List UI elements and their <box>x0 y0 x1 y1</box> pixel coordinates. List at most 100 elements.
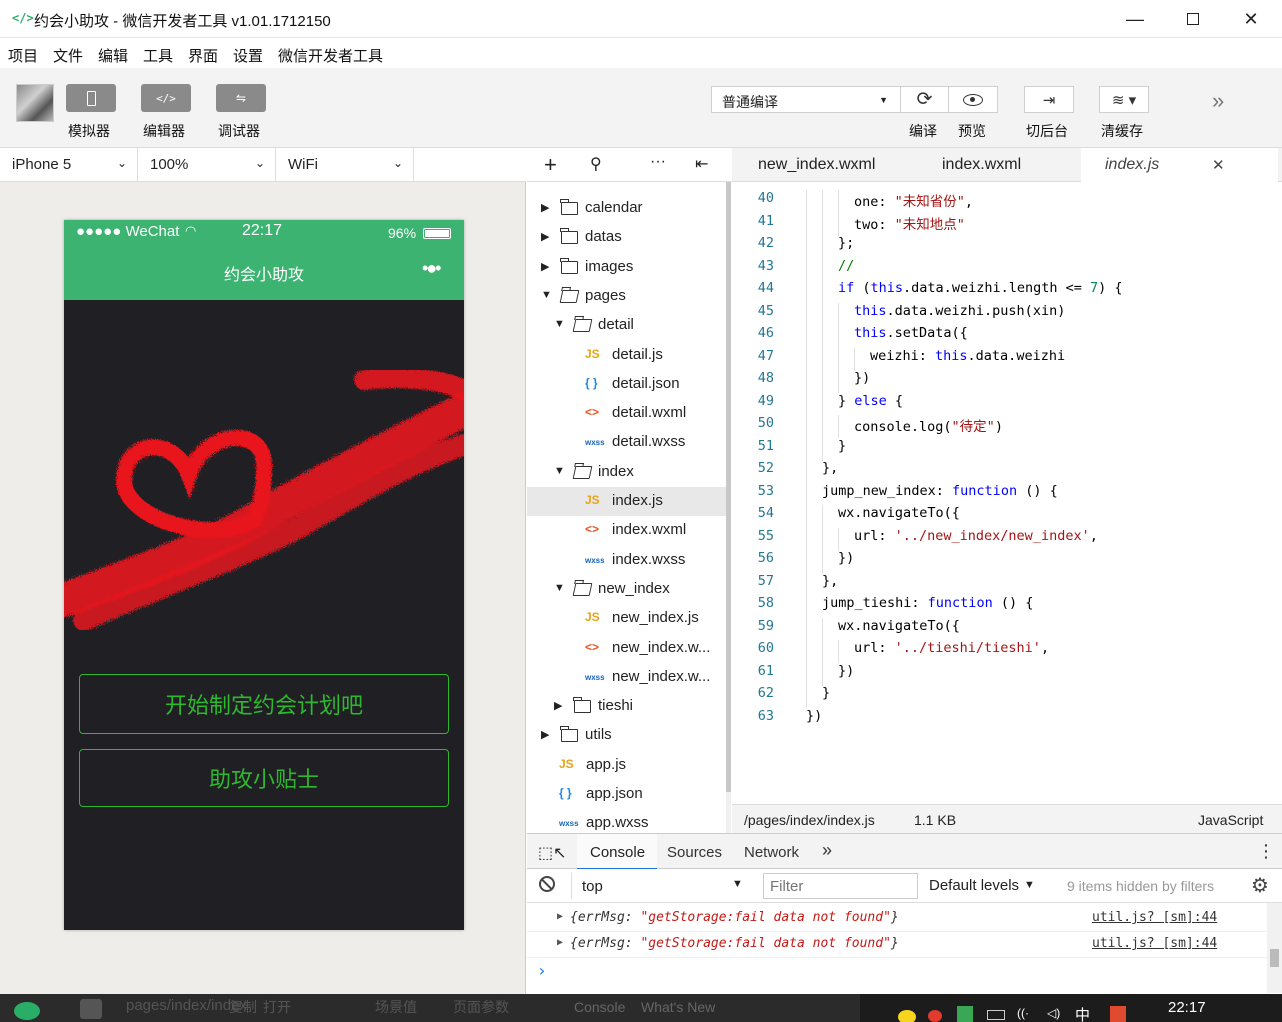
menu-view[interactable]: 界面 <box>188 45 218 66</box>
code-line[interactable]: 63}) <box>732 708 1282 730</box>
tray-sogou-icon[interactable] <box>1110 1006 1126 1022</box>
code-line[interactable]: 40 one: "未知省份", <box>732 190 1282 213</box>
debugger-toggle-button[interactable]: ⇋ <box>216 84 266 112</box>
background-button[interactable]: ⇥ <box>1024 86 1074 113</box>
chevron-right-icon[interactable]: ▶ <box>541 728 549 741</box>
scene-value-button[interactable]: 场景值 <box>375 997 417 1017</box>
log-levels-select[interactable]: Default levels <box>929 877 1019 894</box>
avatar[interactable] <box>16 84 54 122</box>
chevron-right-icon[interactable]: ▶ <box>554 699 562 712</box>
tree-file[interactable]: <> index.wxml <box>527 516 727 545</box>
console-source-link[interactable]: util.js? [sm]:44 <box>1092 936 1217 951</box>
tree-folder[interactable]: ▶ calendar <box>527 194 727 223</box>
console-source-link[interactable]: util.js? [sm]:44 <box>1092 910 1217 925</box>
code-line[interactable]: 48}) <box>732 370 1282 393</box>
chevron-right-icon[interactable]: ▶ <box>541 201 549 214</box>
tray-app-icon[interactable] <box>898 1010 916 1022</box>
compile-mode-select[interactable]: 普通编译 ▼ <box>711 86 901 113</box>
editor-toggle-button[interactable]: </> <box>141 84 191 112</box>
kebab-menu-icon[interactable]: ⋮ <box>1257 841 1275 862</box>
chevron-down-icon[interactable]: ▼ <box>541 289 552 301</box>
tree-file[interactable]: <> new_index.w... <box>527 634 727 663</box>
wechat-icon[interactable] <box>14 1002 40 1020</box>
search-icon[interactable]: ⚲ <box>590 154 602 174</box>
add-file-icon[interactable]: + <box>544 152 557 178</box>
chevron-down-icon[interactable]: ▼ <box>554 582 565 594</box>
taskbar-app-icon[interactable] <box>80 999 102 1019</box>
tips-button[interactable]: 助攻小贴士 <box>79 749 449 807</box>
console-scrollbar[interactable] <box>1267 903 1282 993</box>
tree-folder[interactable]: ▼ index <box>527 458 727 487</box>
expand-arrow-icon[interactable]: ▶ <box>557 911 563 922</box>
tree-file[interactable]: wxss index.wxss <box>527 546 727 575</box>
code-line[interactable]: 57}, <box>732 572 1282 596</box>
tree-file[interactable]: JS detail.js <box>527 341 727 370</box>
menu-edit[interactable]: 编辑 <box>98 45 128 66</box>
code-line[interactable]: 44 if (this.data.weizhi.length <= 7) { <box>732 280 1282 303</box>
network-select[interactable]: WiFi ⌄ <box>276 148 414 182</box>
code-line[interactable]: 59 wx.navigateTo({ <box>732 617 1282 641</box>
code-line[interactable]: 54 wx.navigateTo({ <box>732 505 1282 528</box>
menu-file[interactable]: 文件 <box>53 45 83 66</box>
tree-scrollbar[interactable] <box>726 182 731 833</box>
simulator-toggle-button[interactable] <box>66 84 116 112</box>
tree-file[interactable]: JS new_index.js <box>527 604 727 633</box>
tab-sources[interactable]: Sources <box>667 844 722 861</box>
network-icon[interactable] <box>987 1010 1005 1020</box>
collapse-panel-icon[interactable]: ⇤ <box>695 154 708 174</box>
clear-cache-button[interactable]: ≋ ▾ <box>1099 86 1149 113</box>
code-line[interactable]: 61}) <box>732 662 1282 686</box>
code-line[interactable]: 60 url: '../tieshi/tieshi', <box>732 640 1282 663</box>
tree-folder[interactable]: ▼ new_index <box>527 575 727 604</box>
close-tab-icon[interactable]: ✕ <box>1212 156 1225 174</box>
nav-menu-icon[interactable]: •●• <box>422 258 442 279</box>
console-message[interactable]: ▶ {errMsg: "getStorage:fail data not fou… <box>527 932 1267 958</box>
tree-file[interactable]: { } app.json <box>527 780 727 809</box>
tree-folder[interactable]: ▼ pages <box>527 282 727 311</box>
maximize-button[interactable] <box>1164 0 1222 38</box>
menu-wechat-devtools[interactable]: 微信开发者工具 <box>278 45 383 66</box>
code-line[interactable]: 50 console.log("待定") <box>732 415 1282 438</box>
shield-icon[interactable] <box>957 1006 973 1022</box>
code-line[interactable]: 45 this.data.weizhi.push(xin) <box>732 302 1282 326</box>
code-line[interactable]: 47 weizhi: this.data.weizhi <box>732 347 1282 371</box>
tree-file[interactable]: JS app.js <box>527 751 727 780</box>
close-window-button[interactable]: ✕ <box>1222 0 1280 38</box>
inspect-element-icon[interactable]: ⬚↖ <box>538 843 567 863</box>
code-line[interactable]: 52}, <box>732 460 1282 483</box>
open-link[interactable]: 打开 <box>263 997 291 1017</box>
more-tabs-icon[interactable]: » <box>822 840 832 861</box>
console-message[interactable]: ▶ {errMsg: "getStorage:fail data not fou… <box>527 906 1267 932</box>
start-plan-button[interactable]: 开始制定约会计划吧 <box>79 674 449 734</box>
page-params-button[interactable]: 页面参数 <box>453 997 509 1017</box>
tree-folder[interactable]: ▶ utils <box>527 721 727 750</box>
tab-console[interactable]: Console <box>577 834 657 870</box>
preview-button[interactable] <box>948 86 998 113</box>
zoom-select[interactable]: 100% ⌄ <box>138 148 276 182</box>
tree-folder[interactable]: ▶ images <box>527 253 727 282</box>
more-icon[interactable]: » <box>1212 88 1224 114</box>
code-line[interactable]: 42}; <box>732 235 1282 258</box>
tree-folder[interactable]: ▶ tieshi <box>527 692 727 721</box>
code-line[interactable]: 46 this.setData({ <box>732 325 1282 348</box>
chevron-down-icon[interactable]: ▼ <box>554 318 565 330</box>
bottom-tab-console[interactable]: Console <box>574 999 625 1015</box>
tree-file[interactable]: wxss app.wxss <box>527 809 727 833</box>
code-line[interactable]: 41 two: "未知地点" <box>732 212 1282 236</box>
chevron-right-icon[interactable]: ▶ <box>541 260 549 273</box>
tree-file[interactable]: <> detail.wxml <box>527 399 727 428</box>
menu-settings[interactable]: 设置 <box>233 45 263 66</box>
code-editor[interactable]: 40 one: "未知省份", 41 two: "未知地点" 42}; 43//44 if … <box>732 182 1282 804</box>
minimize-button[interactable]: — <box>1106 0 1164 38</box>
ime-indicator[interactable]: 中 <box>1075 1004 1090 1022</box>
code-line[interactable]: 49} else { <box>732 392 1282 416</box>
tab-index-js[interactable]: index.js ✕ <box>1081 148 1278 182</box>
tab-network[interactable]: Network <box>744 844 799 861</box>
tree-file[interactable]: JS index.js <box>527 487 727 516</box>
compile-button[interactable]: ⟳ <box>900 86 949 113</box>
gear-icon[interactable]: ⚙ <box>1251 873 1269 898</box>
code-line[interactable]: 55 url: '../new_index/new_index', <box>732 527 1282 551</box>
menu-project[interactable]: 项目 <box>8 45 38 66</box>
tree-folder[interactable]: ▶ datas <box>527 223 727 252</box>
tab-new-index-wxml[interactable]: new_index.wxml <box>758 148 875 182</box>
